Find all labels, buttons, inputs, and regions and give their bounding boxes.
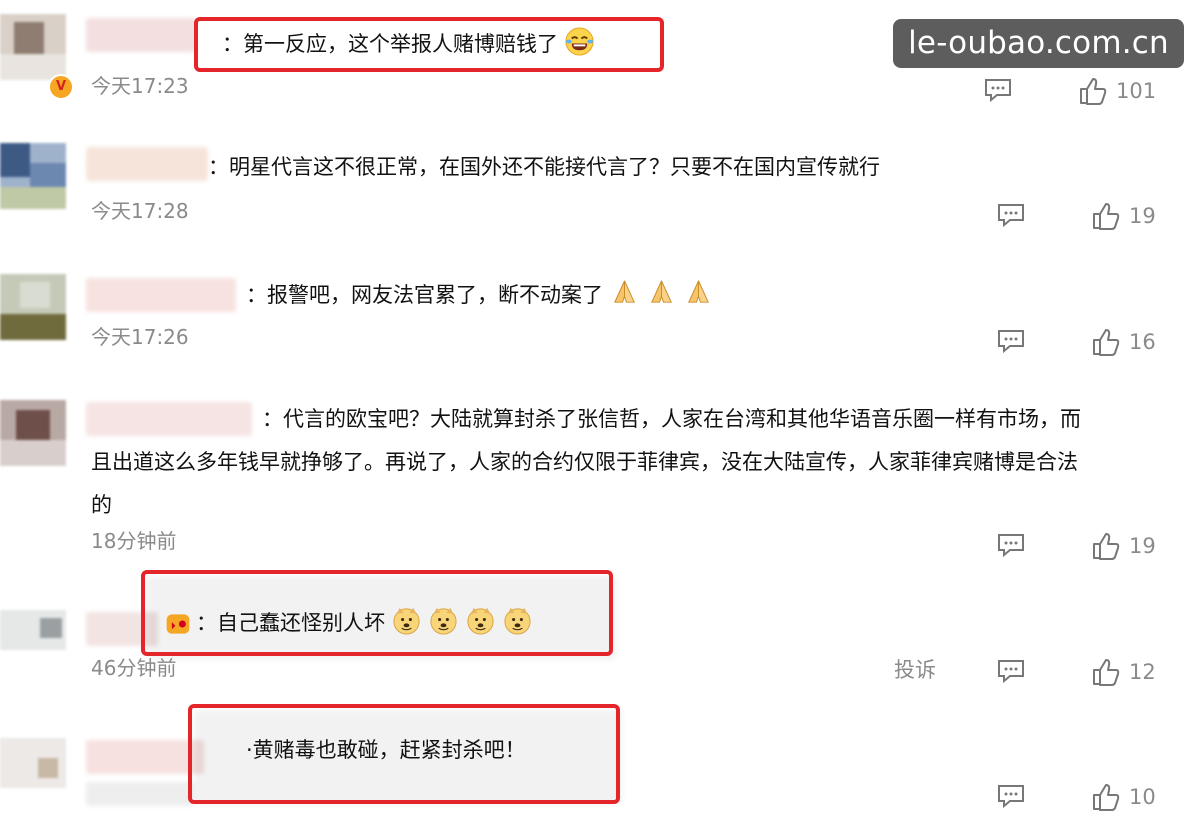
like-count: 19	[1129, 204, 1156, 228]
avatar[interactable]	[0, 610, 66, 650]
reply-icon[interactable]	[996, 658, 1026, 684]
like-count: 10	[1129, 785, 1156, 809]
comment-item: ：自己蠢还怪别人坏 46分钟前 投诉 12	[0, 570, 1202, 700]
report-button[interactable]: 投诉	[894, 655, 936, 685]
like-count: 16	[1129, 330, 1156, 354]
like-count: 19	[1129, 534, 1156, 558]
doge-emoji-icon	[430, 607, 457, 635]
subtitle-blurred	[86, 782, 194, 806]
like-icon[interactable]	[1078, 76, 1108, 106]
comment-text: ：第一反应，这个举报人赌博赔钱了	[222, 23, 595, 66]
like-count: 101	[1116, 79, 1157, 103]
doge-emoji-icon	[393, 607, 420, 635]
comment-timestamp: 18分钟前	[91, 529, 177, 553]
pray-hands-emoji-icon	[614, 280, 635, 303]
comment-text: ：自己蠢还怪别人坏	[196, 602, 533, 645]
comment-text-line: 且出道这么多年钱早就挣够了。再说了，人家的合约仅限于菲律宾，没在大陆宣传，人家菲…	[91, 450, 1078, 474]
username-blurred[interactable]	[86, 278, 236, 312]
comment-item: ：明星代言这不很正常，在国外还不能接代言了？只要不在国内宣传就行 今天17:28…	[0, 125, 1202, 250]
comment-timestamp: 今天17:28	[91, 199, 189, 223]
pray-hands-emoji-icon	[651, 280, 672, 303]
comment-timestamp: 今天17:26	[91, 325, 189, 349]
like-icon[interactable]	[1091, 327, 1121, 357]
reply-icon[interactable]	[983, 77, 1013, 103]
comment-text: ：代言的欧宝吧？大陆就算封杀了张信哲，人家在台湾和其他华语音乐圈一样有市场，而	[262, 398, 1081, 441]
avatar[interactable]	[0, 143, 66, 209]
comment-text: ：明星代言这不很正常，在国外还不能接代言了？只要不在国内宣传就行	[208, 155, 880, 179]
comment-timestamp: 46分钟前	[91, 656, 177, 680]
username-blurred[interactable]	[86, 402, 252, 436]
like-icon[interactable]	[1091, 657, 1121, 687]
comment-text: ·黄赌毒也敢碰，赶紧封杀吧！	[246, 738, 526, 762]
doge-emoji-icon	[467, 607, 494, 635]
avatar[interactable]	[0, 400, 66, 466]
like-icon[interactable]	[1091, 201, 1121, 231]
comment-timestamp: 今天17:23	[91, 74, 189, 98]
reply-icon[interactable]	[996, 783, 1026, 809]
avatar[interactable]	[0, 14, 66, 80]
comment-item: V ：第一反应，这个举报人赌博赔钱了 今天17:23 101	[0, 0, 1202, 125]
username-blurred[interactable]	[86, 147, 208, 181]
laughing-tears-emoji-icon	[565, 27, 594, 56]
reply-icon[interactable]	[996, 202, 1026, 228]
comment-text-line: ：代言的欧宝吧？大陆就算封杀了张信哲，人家在台湾和其他华语音乐圈一样有市场，而	[262, 407, 1081, 431]
comment-item: ·黄赌毒也敢碰，赶紧封杀吧！ 10	[0, 700, 1202, 827]
comment-item: ：报警吧，网友法官累了，断不动案了 今天17:26 16	[0, 250, 1202, 390]
sticker-icon	[166, 614, 190, 634]
comment-text: 且出道这么多年钱早就挣够了。再说了，人家的合约仅限于菲律宾，没在大陆宣传，人家菲…	[91, 441, 1078, 527]
like-count: 12	[1129, 660, 1156, 684]
verified-badge-icon: V	[48, 74, 74, 100]
doge-emoji-icon	[504, 607, 531, 635]
pray-hands-emoji-icon	[688, 280, 709, 303]
username-blurred[interactable]	[86, 18, 196, 52]
comment-text-line: 的	[91, 493, 112, 517]
comment-item: ：代言的欧宝吧？大陆就算封杀了张信哲，人家在台湾和其他华语音乐圈一样有市场，而 …	[0, 390, 1202, 570]
reply-icon[interactable]	[996, 532, 1026, 558]
avatar[interactable]	[0, 738, 66, 788]
reply-icon[interactable]	[996, 328, 1026, 354]
username-blurred[interactable]	[86, 740, 204, 774]
comment-text: ：报警吧，网友法官累了，断不动案了	[246, 274, 714, 317]
avatar[interactable]	[0, 274, 66, 340]
like-icon[interactable]	[1091, 531, 1121, 561]
like-icon[interactable]	[1091, 782, 1121, 812]
